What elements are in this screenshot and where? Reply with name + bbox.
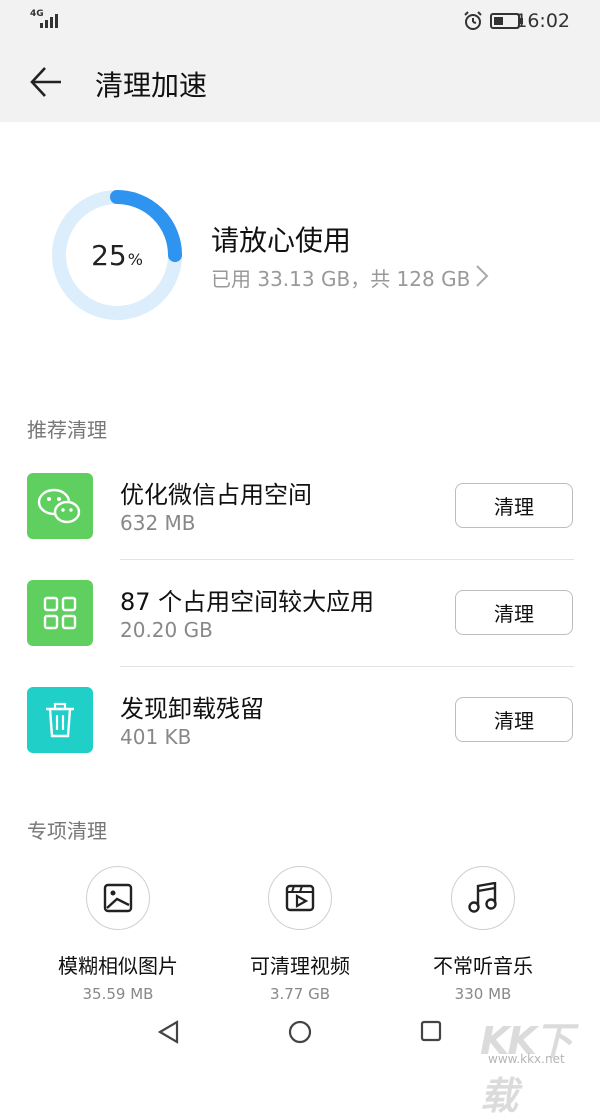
status-bar: 4G 16:02: [0, 0, 600, 40]
recommend-item-name: 优化微信占用空间: [120, 481, 312, 509]
divider: [120, 559, 574, 560]
back-arrow-icon[interactable]: [28, 64, 64, 100]
storage-percent: 25 %: [50, 188, 184, 322]
clean-button[interactable]: 清理: [455, 697, 573, 742]
storage-detail-link[interactable]: 已用 33.13 GB，共 128 GB: [211, 263, 470, 292]
recommend-item-size: 632 MB: [120, 511, 196, 535]
music-icon: [451, 866, 515, 930]
video-icon: [268, 866, 332, 930]
page-title: 清理加速: [95, 69, 208, 102]
storage-percent-sign: %: [127, 249, 143, 269]
recommend-item-size: 20.20 GB: [120, 618, 213, 642]
recommend-item-name: 87 个占用空间较大应用: [120, 588, 375, 616]
nav-home-icon[interactable]: [288, 1020, 312, 1044]
image-icon: [86, 866, 150, 930]
special-item-label: 模糊相似图片: [58, 954, 178, 978]
recommend-item-wechat[interactable]: 优化微信占用空间 632 MB 清理: [0, 473, 600, 579]
special-item-label: 可清理视频: [250, 954, 350, 978]
storage-percent-value: 25: [91, 238, 127, 272]
clean-button[interactable]: 清理: [455, 590, 573, 635]
nav-recents-icon[interactable]: [420, 1020, 442, 1042]
recommend-item-name: 发现卸载残留: [120, 695, 264, 723]
storage-status-title: 请放心使用: [211, 224, 352, 257]
special-item-videos[interactable]: 可清理视频 3.77 GB: [220, 866, 380, 1003]
watermark-url: www.kkx.net: [488, 1052, 565, 1066]
chevron-right-icon[interactable]: [475, 264, 489, 288]
special-item-size: 3.77 GB: [269, 985, 331, 1003]
special-item-size: 35.59 MB: [82, 985, 154, 1003]
special-item-blurry-photos[interactable]: 模糊相似图片 35.59 MB: [38, 866, 198, 1003]
recommended-section-heading: 推荐清理: [27, 418, 107, 442]
wechat-icon: [27, 473, 93, 539]
special-item-music[interactable]: 不常听音乐 330 MB: [403, 866, 563, 1003]
alarm-icon: [464, 11, 482, 30]
divider: [120, 666, 574, 667]
recommend-item-size: 401 KB: [120, 725, 192, 749]
special-section-heading: 专项清理: [27, 819, 107, 843]
apps-grid-icon: [27, 580, 93, 646]
status-time: 16:02: [515, 10, 570, 32]
trash-icon: [27, 687, 93, 753]
special-item-label: 不常听音乐: [433, 954, 533, 978]
clean-button[interactable]: 清理: [455, 483, 573, 528]
nav-back-icon[interactable]: [158, 1020, 180, 1044]
recommend-item-residue[interactable]: 发现卸载残留 401 KB 清理: [0, 687, 600, 793]
recommend-item-large-apps[interactable]: 87 个占用空间较大应用 20.20 GB 清理: [0, 580, 600, 686]
special-item-size: 330 MB: [454, 985, 512, 1003]
signal-icon: [40, 14, 58, 28]
app-bar: 清理加速: [0, 40, 600, 122]
